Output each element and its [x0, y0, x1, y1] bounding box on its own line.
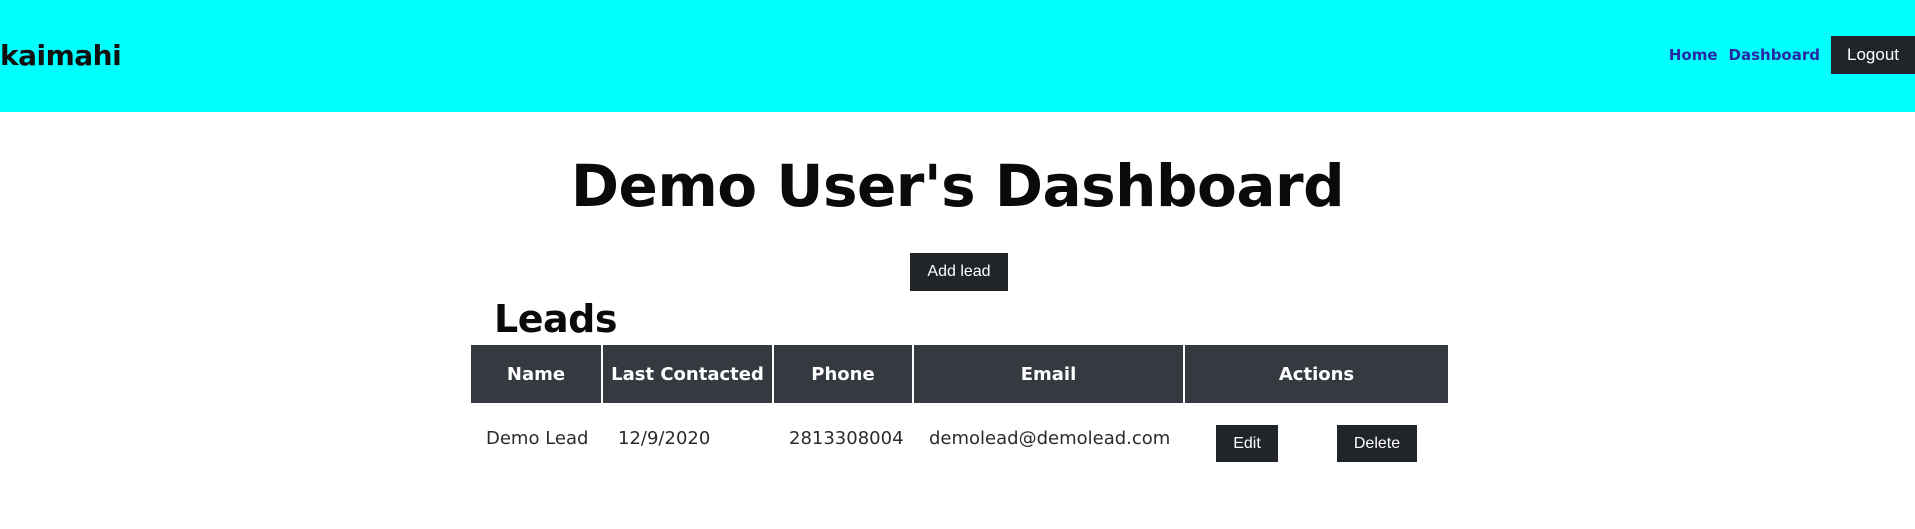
add-lead-button[interactable]: Add lead — [910, 253, 1008, 291]
delete-button[interactable]: Delete — [1337, 425, 1417, 462]
lead-name: Demo Lead — [486, 428, 589, 449]
lead-phone: 2813308004 — [789, 428, 904, 449]
lead-email: demolead@demolead.com — [929, 428, 1171, 449]
column-header-actions: Actions — [1185, 345, 1448, 403]
leads-table: Name Last Contacted Phone Email Actions … — [471, 345, 1448, 498]
page-title: Demo User's Dashboard — [570, 152, 1345, 220]
navbar: kaimahi Home Dashboard Logout — [0, 0, 1915, 112]
nav-links: Home Dashboard Logout — [1669, 36, 1915, 74]
lead-last-contacted: 12/9/2020 — [618, 428, 711, 449]
cell-phone: 2813308004 — [774, 403, 914, 498]
leads-heading: Leads — [494, 297, 617, 341]
nav-link-dashboard[interactable]: Dashboard — [1729, 46, 1820, 64]
table-header-row: Name Last Contacted Phone Email Actions — [471, 345, 1448, 403]
cell-last-contacted: 12/9/2020 — [603, 403, 774, 498]
column-header-last-contacted: Last Contacted — [603, 345, 774, 403]
column-header-name: Name — [471, 345, 603, 403]
table-row: Demo Lead 12/9/2020 2813308004 demolead@… — [471, 403, 1448, 498]
brand-logo[interactable]: kaimahi — [0, 38, 122, 74]
cell-name: Demo Lead — [471, 403, 603, 498]
logout-button[interactable]: Logout — [1831, 36, 1915, 74]
column-header-email: Email — [914, 345, 1185, 403]
column-header-phone: Phone — [774, 345, 914, 403]
edit-button[interactable]: Edit — [1216, 425, 1278, 462]
nav-link-home[interactable]: Home — [1669, 46, 1718, 64]
cell-email: demolead@demolead.com — [914, 403, 1185, 498]
